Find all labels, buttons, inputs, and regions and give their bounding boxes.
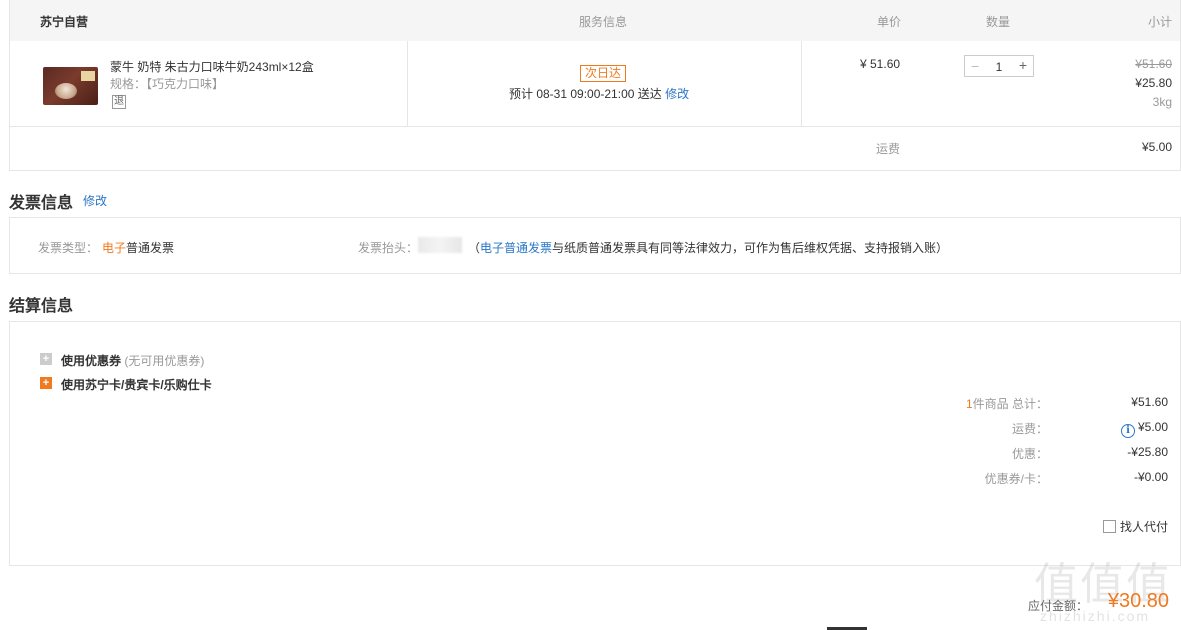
items-label: 件商品 总计： — [972, 397, 1048, 411]
coupon-option[interactable]: 使用优惠券 (无可用优惠券) — [61, 352, 204, 369]
items-total-label: 1件商品 总计： — [966, 395, 1048, 412]
shipping-value: ¥5.00 — [1141, 140, 1172, 154]
invoice-type-rest: 普通发票 — [126, 241, 175, 255]
watermark-url: zhizhizhi.com — [1040, 608, 1151, 624]
return-icon: 退 — [112, 95, 126, 109]
invoice-box: 发票类型： 电子普通发票 发票抬头： （电子普通发票与纸质普通发票具有同等法律效… — [9, 217, 1181, 274]
product-name[interactable]: 蒙牛 奶特 朱古力口味牛奶243ml×12盒 — [110, 58, 314, 75]
shipping-label: 运费 — [876, 142, 901, 156]
product-image[interactable] — [43, 67, 98, 105]
invoice-header-label: 发票抬头： — [358, 241, 419, 255]
coupon-note: (无可用优惠券) — [124, 354, 205, 368]
quantity-stepper: − 1 + — [964, 55, 1034, 77]
order-item-row: 蒙牛 奶特 朱古力口味牛奶243ml×12盒 规格：【巧克力口味】 退 次日达 … — [10, 41, 1180, 127]
delivery-info: 预计 08-31 09:00-21:00 送达 修改 — [509, 85, 689, 102]
freight-value-wrap: i ¥5.00 — [1120, 420, 1168, 438]
card-expand-icon[interactable]: + — [40, 377, 52, 389]
coupon-expand-icon[interactable]: + — [40, 353, 52, 365]
coupon-card-label: 优惠券/卡： — [984, 472, 1048, 486]
invoice-note-text: 与纸质普通发票具有同等法律效力，可作为售后维权凭据、支持报销入账） — [552, 241, 949, 255]
proxy-pay-checkbox[interactable] — [1102, 520, 1116, 533]
order-table: 苏宁自营 服务信息 单价 数量 小计 蒙牛 奶特 朱古力口味牛奶243ml×12… — [9, 0, 1181, 171]
card-option[interactable]: 使用苏宁卡/贵宾卡/乐购仕卡 — [61, 376, 212, 393]
header-service: 服务信息 — [579, 15, 628, 29]
column-divider — [407, 41, 408, 126]
store-name: 苏宁自营 — [40, 15, 89, 29]
items-total-value: ¥51.60 — [1131, 395, 1168, 409]
discount-value: -¥25.80 — [1127, 445, 1168, 459]
order-table-header: 苏宁自营 服务信息 单价 数量 小计 — [10, 0, 1180, 41]
next-day-badge: 次日达 — [580, 65, 627, 82]
shipping-row: 运费 ¥5.00 — [10, 127, 1180, 170]
header-unit-price: 单价 — [877, 15, 902, 29]
column-divider — [801, 41, 802, 126]
freight-value: ¥5.00 — [1137, 420, 1168, 434]
coupon-card-value: -¥0.00 — [1133, 470, 1168, 484]
subtotal-current: ¥25.80 — [1135, 76, 1172, 90]
freight-label: 运费： — [1011, 422, 1048, 436]
invoice-type-highlight: 电子 — [102, 241, 127, 255]
invoice-note: （电子普通发票与纸质普通发票具有同等法律效力，可作为售后维权凭据、支持报销入账） — [468, 239, 948, 256]
invoice-edit-link[interactable]: 修改 — [83, 192, 107, 209]
invoice-header-redacted — [418, 237, 462, 253]
delivery-edit-link[interactable]: 修改 — [665, 87, 689, 101]
header-subtotal: 小计 — [1147, 15, 1172, 29]
items-count: 1 — [965, 397, 973, 411]
coupon-label: 使用优惠券 — [61, 354, 122, 368]
invoice-note-open: （ — [468, 241, 481, 255]
e-invoice-link[interactable]: 电子普通发票 — [480, 241, 552, 255]
subtotal-original: ¥51.60 — [1135, 57, 1172, 71]
proxy-pay-option[interactable]: 找人代付 — [1102, 518, 1168, 535]
product-weight: 3kg — [1152, 95, 1172, 109]
delivery-text: 预计 08-31 09:00-21:00 送达 — [509, 87, 662, 101]
proxy-pay-label: 找人代付 — [1119, 520, 1168, 534]
invoice-section-title: 发票信息 — [9, 195, 74, 212]
settlement-box: + 使用优惠券 (无可用优惠券) + 使用苏宁卡/贵宾卡/乐购仕卡 1件商品 总… — [9, 321, 1181, 566]
header-quantity: 数量 — [986, 15, 1011, 29]
quantity-plus-button[interactable]: + — [1019, 57, 1027, 73]
settlement-section-title: 结算信息 — [9, 298, 74, 315]
unit-price: ¥ 51.60 — [860, 57, 901, 71]
product-spec: 规格：【巧克力口味】 — [110, 77, 225, 91]
info-icon[interactable]: i — [1120, 424, 1135, 438]
discount-label: 优惠： — [1011, 447, 1048, 461]
invoice-type-value: 电子普通发票 — [102, 239, 174, 256]
invoice-type-label: 发票类型： — [38, 241, 99, 255]
